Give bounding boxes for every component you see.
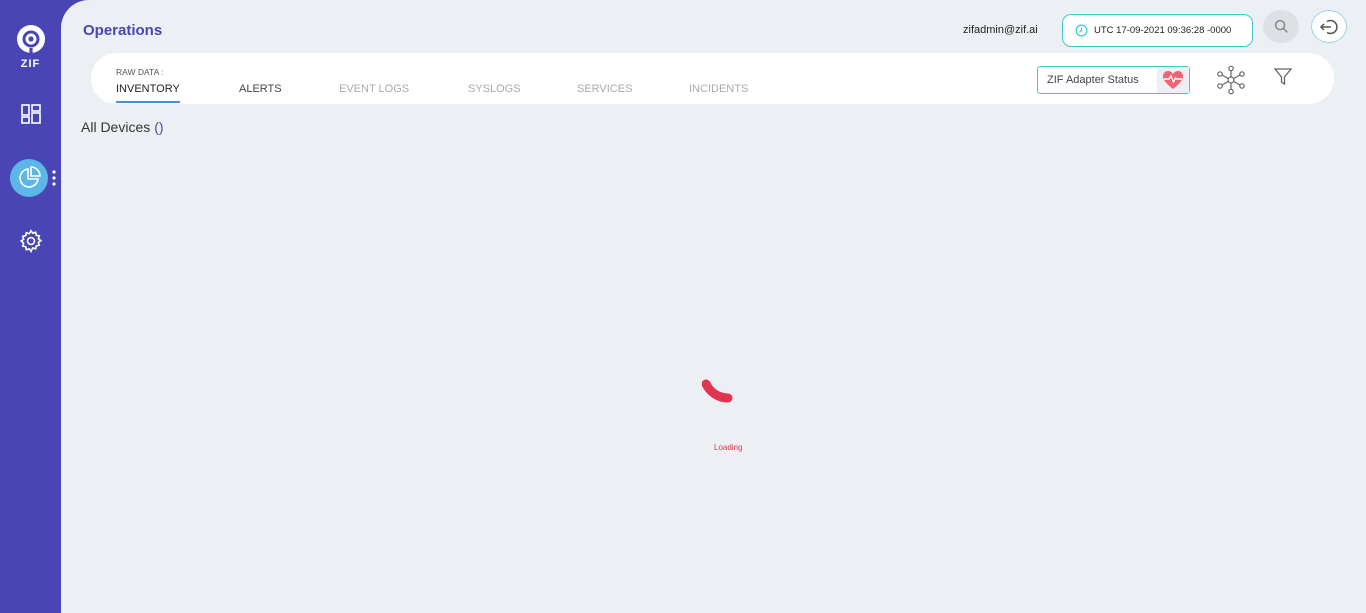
clock-text: UTC 17-09-2021 09:36:28 -0000 xyxy=(1094,25,1232,36)
gear-icon xyxy=(19,229,42,253)
sidebar: ZIF xyxy=(0,0,61,613)
logout-button[interactable] xyxy=(1311,10,1347,43)
sidebar-item-dashboard[interactable] xyxy=(0,94,61,134)
more-dots-icon[interactable] xyxy=(52,170,56,186)
tab-alerts[interactable]: ALERTS xyxy=(239,83,282,103)
page-title: Operations xyxy=(83,22,163,39)
section-title: All Devices() xyxy=(81,119,164,135)
user-email: zifadmin@zif.ai xyxy=(963,24,1038,36)
filter-icon[interactable] xyxy=(1273,67,1293,87)
tab-event-logs[interactable]: EVENT LOGS xyxy=(339,83,409,103)
raw-data-tabbar: RAW DATA : INVENTORY ALERTS EVENT LOGS S… xyxy=(91,53,1334,104)
tab-incidents[interactable]: INCIDENTS xyxy=(689,83,748,103)
search-icon xyxy=(1274,19,1288,33)
raw-data-label: RAW DATA : xyxy=(116,67,164,77)
zif-logo-icon xyxy=(17,25,45,54)
heartbeat-icon xyxy=(1163,71,1183,89)
pie-chart-icon xyxy=(19,166,41,188)
tab-syslogs[interactable]: SYSLOGS xyxy=(468,83,521,103)
heart-box xyxy=(1157,67,1189,93)
dashboard-icon xyxy=(20,104,41,124)
tab-services[interactable]: SERVICES xyxy=(577,83,632,103)
main-content: Operations zifadmin@zif.ai UTC 17-09-202… xyxy=(61,0,1366,613)
active-indicator xyxy=(10,159,48,197)
search-button[interactable] xyxy=(1263,10,1299,43)
clock-icon xyxy=(1075,24,1088,37)
tab-inventory[interactable]: INVENTORY xyxy=(116,83,180,103)
logout-icon xyxy=(1319,19,1338,34)
utc-clock: UTC 17-09-2021 09:36:28 -0000 xyxy=(1062,14,1253,47)
section-title-text: All Devices xyxy=(81,119,151,135)
device-count: () xyxy=(154,119,164,135)
zif-logo[interactable]: ZIF xyxy=(14,22,47,72)
loading-text: Loading xyxy=(714,443,743,452)
sidebar-item-operations[interactable] xyxy=(0,158,61,198)
adapter-status-label: ZIF Adapter Status xyxy=(1047,74,1139,86)
logo-text: ZIF xyxy=(20,58,41,70)
topology-icon[interactable] xyxy=(1216,65,1246,95)
loading-spinner-icon xyxy=(702,379,733,403)
adapter-status-button[interactable]: ZIF Adapter Status xyxy=(1037,66,1190,94)
sidebar-item-settings[interactable] xyxy=(0,221,61,261)
